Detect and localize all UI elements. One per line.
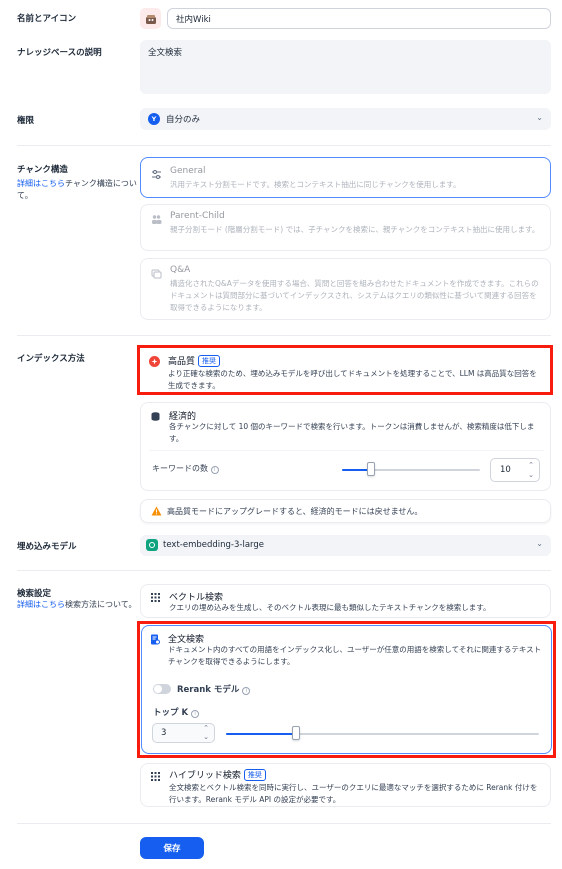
document-search-icon xyxy=(150,634,161,649)
rerank-toggle[interactable] xyxy=(153,684,171,694)
warning-text: 高品質モードにアップグレードすると、経済的モードには戻せません。 xyxy=(167,507,423,516)
openai-icon xyxy=(146,539,158,551)
index-option-high-quality[interactable]: 高品質 推奨 より正確な検索のため、埋め込みモデルを呼び出してドキュメントを処理す… xyxy=(140,348,550,392)
parent-child-desc: 親子分割モード (階層分割モード) では、子チャンクを検索に、親チャンクをコンテ… xyxy=(170,225,540,234)
topk-value: 3 xyxy=(161,728,167,738)
chunk-label: チャンク構造 xyxy=(17,165,68,175)
user-avatar: Y xyxy=(148,113,160,125)
chunk-option-qa[interactable]: Q&A 構造化されたQ&Aデータを使用する場合、質問と回答を組み合わせたドキュメ… xyxy=(140,258,551,320)
save-button[interactable]: 保存 xyxy=(140,837,204,859)
hybrid-title-text: ハイブリッド検索 xyxy=(169,771,241,781)
name-icon-label: 名前とアイコン xyxy=(17,14,77,24)
index-option-economic[interactable]: 経済的 各チャンクに対して 10 個のキーワードで検索を行います。トークンは消費… xyxy=(140,402,551,491)
chunk-option-general[interactable]: General 汎用テキスト分割モードです。検索とコンテキスト抽出に同じチャンク… xyxy=(140,157,551,198)
chevron-down-icon: ⌄ xyxy=(536,539,543,548)
embedding-value: text-embedding-3-large xyxy=(163,540,264,550)
permission-label: 権限 xyxy=(17,116,35,126)
index-label: インデックス方法 xyxy=(17,354,85,364)
topk-slider-handle[interactable] xyxy=(292,726,300,740)
embedding-label: 埋め込みモデル xyxy=(17,542,77,552)
fulltext-desc: ドキュメント内のすべての用語をインデックス化し、ユーザーが任意の用語を検索してそ… xyxy=(168,645,542,666)
kb-name-input[interactable]: 社内Wiki xyxy=(167,8,551,29)
embedding-select[interactable]: text-embedding-3-large ⌄ xyxy=(140,535,551,556)
chevron-down-icon: ⌄ xyxy=(536,113,543,122)
high-quality-title-text: 高品質 xyxy=(168,357,196,367)
kb-avatar-icon[interactable] xyxy=(140,8,161,29)
retrieval-help-text: 検索方法について。 xyxy=(65,600,137,609)
description-textarea[interactable]: 全文検索 xyxy=(140,40,551,94)
rerank-label: Rerank モデル i xyxy=(177,683,251,695)
qa-desc: 構造化されたQ&Aデータを使用する場合、質問と回答を組み合わせたドキュメントを作… xyxy=(170,279,539,312)
retrieval-option-hybrid[interactable]: ハイブリッド検索 推奨 全文検索とベクトル検索を同時に実行し、ユーザーのクエリに最… xyxy=(140,763,551,807)
parent-child-title: Parent-Child xyxy=(170,211,225,221)
people-icon xyxy=(151,214,162,228)
chunk-option-parent-child[interactable]: Parent-Child 親子分割モード (階層分割モード) では、子チャンクを… xyxy=(140,204,551,251)
retrieval-help: 詳細はこちら検索方法について。 xyxy=(17,599,142,611)
stepper-arrows-icon[interactable]: ⌃ ⌄ xyxy=(528,460,534,480)
chunk-help: 詳細はこちらチャンク構造について。 xyxy=(17,178,137,202)
hybrid-desc: 全文検索とベクトル検索を同時に実行し、ユーザーのクエリに最適なマッチを選択するた… xyxy=(169,783,538,804)
retrieval-option-vector[interactable]: ベクトル検索 クエリの埋め込みを生成し、そのベクトル表現に最も類似したテキストチ… xyxy=(140,584,551,618)
keyword-slider-handle[interactable] xyxy=(367,462,375,476)
keyword-count-stepper[interactable]: 10 ⌃ ⌄ xyxy=(490,458,540,482)
stepper-arrows-icon[interactable]: ⌃ ⌄ xyxy=(203,724,209,742)
coins-icon xyxy=(150,411,161,425)
grid-icon xyxy=(150,771,161,785)
permission-select[interactable]: Y 自分のみ ⌄ xyxy=(140,108,551,130)
keyword-count-label: キーワードの数 i xyxy=(152,463,219,474)
upgrade-warning: 高品質モードにアップグレードすると、経済的モードには戻せません。 xyxy=(140,499,551,523)
qa-icon xyxy=(151,268,162,282)
retrieval-learn-more-link[interactable]: 詳細はこちら xyxy=(17,600,65,609)
warning-icon xyxy=(151,506,162,519)
hybrid-title: ハイブリッド検索 推奨 xyxy=(169,768,266,781)
info-icon: i xyxy=(210,466,219,474)
retrieval-label: 検索設定 xyxy=(17,589,52,599)
vector-desc: クエリの埋め込みを生成し、そのベクトル表現に最も類似したテキストチャンクを検索し… xyxy=(169,603,491,612)
grid-icon xyxy=(150,592,161,606)
description-label: ナレッジベースの説明 xyxy=(17,48,102,58)
economic-desc: 各チャンクに対して 10 個のキーワードで検索を行います。トークンは消費しません… xyxy=(169,422,535,443)
sparkle-icon xyxy=(149,356,160,367)
chunk-learn-more-link[interactable]: 詳細はこちら xyxy=(17,179,65,188)
retrieval-option-fulltext[interactable]: 全文検索 ドキュメント内のすべての用語をインデックス化し、ユーザーが任意の用語を… xyxy=(141,625,552,754)
rerank-label-text: Rerank モデル xyxy=(177,685,240,695)
info-icon: i xyxy=(191,710,200,718)
topk-slider-fill xyxy=(226,733,296,735)
general-title: General xyxy=(170,166,206,176)
topk-stepper[interactable]: 3 ⌃ ⌄ xyxy=(152,723,215,743)
high-quality-desc: より正確な検索のため、埋め込みモデルを呼び出してドキュメントを処理することで、L… xyxy=(168,369,537,390)
topk-label: トップ K i xyxy=(153,706,200,718)
recommended-badge: 推奨 xyxy=(198,355,221,367)
sliders-icon xyxy=(151,169,162,183)
general-desc: 汎用テキスト分割モードです。検索とコンテキスト抽出に同じチャンクを使用します。 xyxy=(170,180,461,189)
topk-label-text: トップ K xyxy=(153,708,189,718)
info-icon: i xyxy=(242,687,251,695)
permission-value: 自分のみ xyxy=(166,115,201,125)
keyword-count-value: 10 xyxy=(500,465,511,475)
high-quality-title: 高品質 推奨 xyxy=(168,354,221,367)
recommended-badge: 推奨 xyxy=(243,769,266,781)
keyword-count-label-text: キーワードの数 xyxy=(152,464,208,473)
qa-title: Q&A xyxy=(170,265,191,275)
